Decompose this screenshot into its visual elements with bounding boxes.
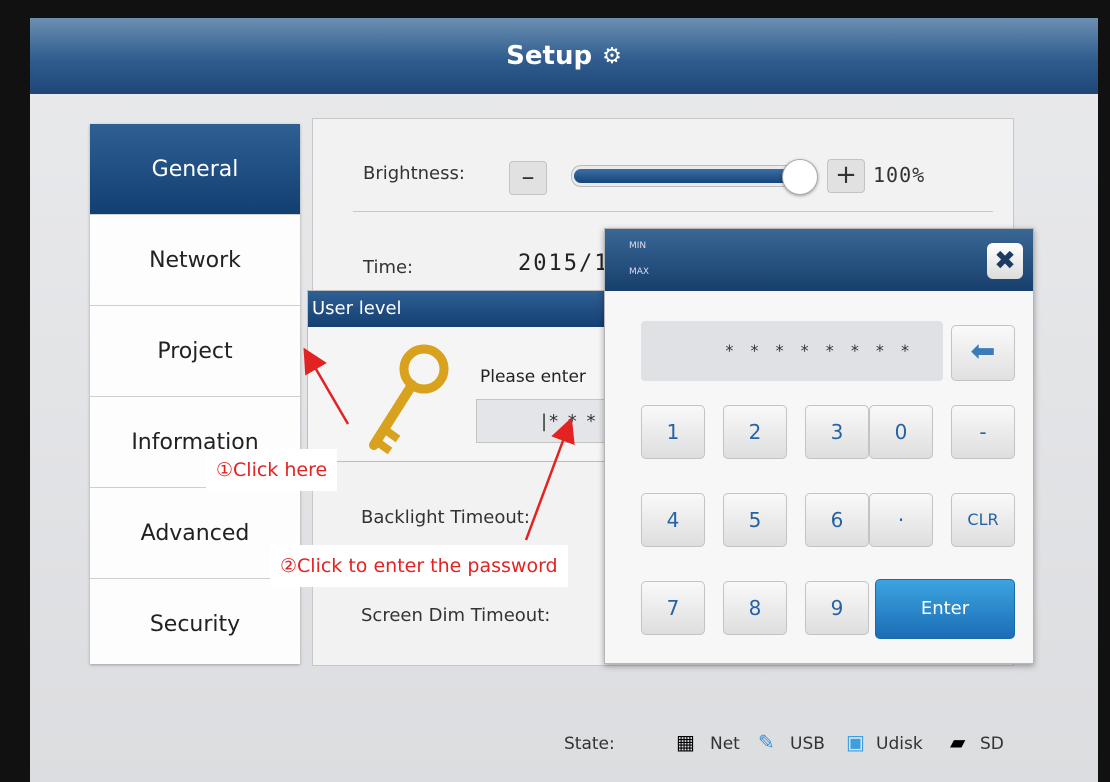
keypad-min-label: MIN [629, 241, 647, 251]
keypad-max-label: MAX [629, 267, 650, 277]
brightness-value: 100% [873, 163, 926, 187]
usb-icon: ✎ [758, 730, 775, 754]
key-8[interactable]: 8 [723, 581, 787, 635]
key-minus[interactable]: - [951, 405, 1015, 459]
key-1[interactable]: 1 [641, 405, 705, 459]
status-sd-label: SD [980, 734, 1004, 754]
key-decimal[interactable]: · [869, 493, 933, 547]
time-value[interactable]: 2015/1 [518, 251, 609, 276]
key-7[interactable]: 7 [641, 581, 705, 635]
screen-dim-timeout-label: Screen Dim Timeout: [361, 605, 551, 626]
key-clear[interactable]: CLR [951, 493, 1015, 547]
key-6[interactable]: 6 [805, 493, 869, 547]
key-2[interactable]: 2 [723, 405, 787, 459]
brightness-label: Brightness: [363, 163, 465, 184]
key-5[interactable]: 5 [723, 493, 787, 547]
backspace-icon[interactable]: ⬅ [951, 325, 1015, 381]
keypad-display: * * * * * * * * [641, 321, 943, 381]
enter-button[interactable]: Enter [875, 579, 1015, 639]
password-prompt: Please enter [480, 367, 586, 387]
key-3[interactable]: 3 [805, 405, 869, 459]
udisk-icon: ▣ [846, 730, 865, 754]
backlight-timeout-label: Backlight Timeout: [361, 507, 530, 528]
page-title: Setup [506, 41, 593, 71]
divider [353, 211, 993, 212]
key-4[interactable]: 4 [641, 493, 705, 547]
gear-icon: ⚙ [602, 43, 622, 69]
brightness-slider[interactable] [571, 159, 818, 195]
keypad-header: MIN MAX ✖ [605, 229, 1033, 291]
title-bar: Setup ⚙ [30, 18, 1098, 94]
brightness-slider-thumb[interactable] [782, 159, 818, 195]
callout-enter-password: ②Click to enter the password [270, 545, 568, 587]
sidebar-item-security[interactable]: Security [90, 579, 300, 669]
sd-card-icon: ▰ [950, 730, 966, 754]
brightness-slider-fill [574, 169, 801, 183]
key-icon [369, 344, 449, 455]
device-screen: Setup ⚙ General Network Project Informat… [30, 18, 1098, 782]
time-label: Time: [363, 257, 414, 278]
callout-click-here: ①Click here [206, 449, 338, 491]
status-label: State: [564, 734, 615, 754]
sidebar-item-project[interactable]: Project [90, 306, 300, 397]
sidebar: General Network Project Information Adva… [90, 124, 300, 664]
numeric-keypad-dialog: MIN MAX ✖ * * * * * * * * ⬅ 1 2 3 0 - 4 … [604, 228, 1034, 664]
brightness-decrease-button[interactable]: – [509, 161, 547, 195]
key-0[interactable]: 0 [869, 405, 933, 459]
network-icon: ▦ [676, 730, 695, 754]
sidebar-item-general[interactable]: General [90, 124, 300, 215]
status-udisk-label: Udisk [876, 734, 923, 754]
brightness-increase-button[interactable]: + [827, 159, 865, 193]
sidebar-item-network[interactable]: Network [90, 215, 300, 306]
status-usb-label: USB [790, 734, 825, 754]
close-icon[interactable]: ✖ [987, 243, 1023, 279]
status-net-label: Net [710, 734, 740, 754]
key-9[interactable]: 9 [805, 581, 869, 635]
sidebar-item-advanced[interactable]: Advanced [90, 488, 300, 579]
